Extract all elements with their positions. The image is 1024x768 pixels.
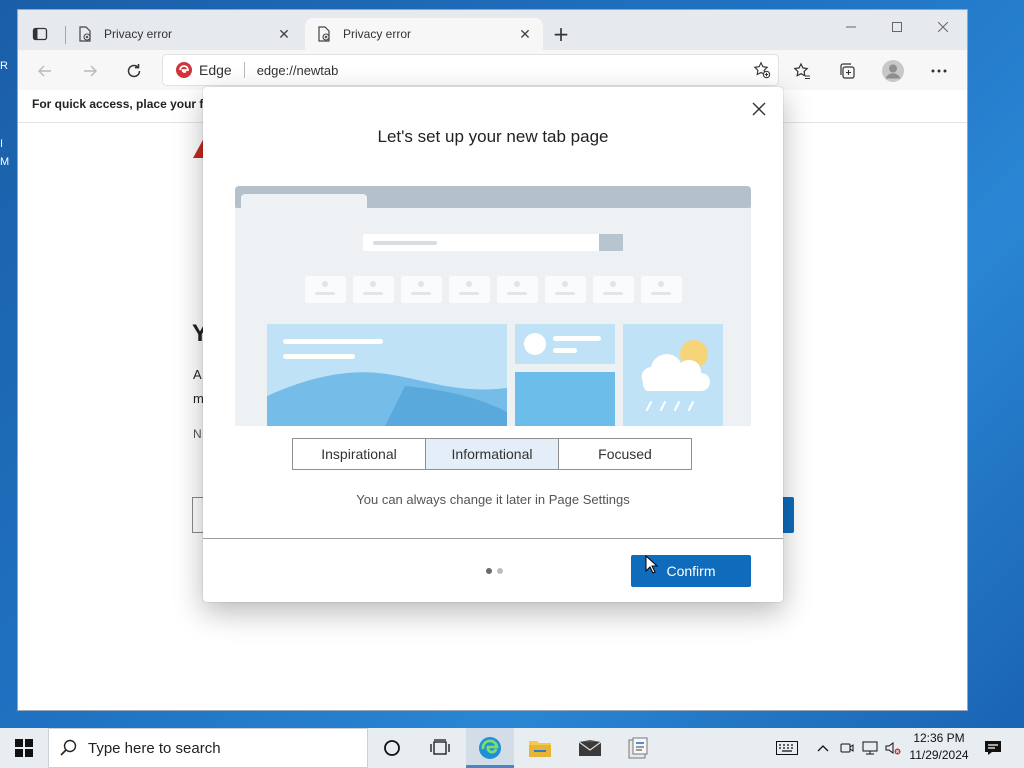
maximize-button[interactable] [874,14,920,40]
profile-button[interactable] [879,57,907,85]
task-view-icon [430,739,450,755]
collections-button[interactable] [833,57,861,85]
star-add-icon [753,61,771,79]
back-button[interactable] [30,56,60,86]
edge-badge: Edge [175,61,232,79]
layout-preview-illustration [235,186,751,426]
network-tray-icon[interactable] [859,728,881,768]
favorites-button[interactable] [788,57,816,85]
folder-icon [529,741,551,757]
volume-tray-icon[interactable] [882,728,904,768]
refresh-button[interactable] [119,56,149,86]
dialog-divider [203,538,783,539]
new-tab-button[interactable]: + [549,22,573,46]
address-bar[interactable]: Edge edge://newtab [163,55,778,85]
taskbar-search-box[interactable]: Type here to search [48,728,368,768]
collections-icon [840,63,855,79]
more-horizontal-icon [931,69,947,73]
page-indicator [486,568,503,574]
tab-privacy-error-2[interactable]: Privacy error ✕ [305,18,543,50]
network-icon [862,741,878,755]
dialog-title: Let's set up your new tab page [377,127,609,146]
close-tab-icon[interactable]: ✕ [274,24,294,44]
close-tab-icon[interactable]: ✕ [515,24,535,44]
address-url[interactable]: edge://newtab [257,63,339,78]
tab-title: Privacy error [343,27,412,41]
search-icon [60,739,77,756]
taskbar-clock[interactable]: 12:36 PM 11/29/2024 [903,730,975,764]
close-window-button[interactable] [920,14,966,40]
mouse-pointer-icon [645,555,659,574]
tab-title: Privacy error [104,27,173,41]
new-tab-setup-dialog: Let's set up your new tab page Inspirati… [203,87,783,602]
taskbar: Type here to search 12:36 PM 11/29/2024 [0,728,1024,768]
dialog-close-button[interactable] [747,97,771,121]
taskbar-mail[interactable] [566,728,614,768]
volume-muted-icon [885,742,901,755]
layout-option-informational[interactable]: Informational [425,438,559,470]
favorites-bar-hint: For quick access, place your fav [32,97,217,111]
cortana-circle-icon [384,740,400,756]
windows-logo-icon [15,739,33,757]
avatar-icon [882,60,904,82]
edge-logo-icon [176,62,192,78]
close-icon [938,22,948,32]
layout-option-inspirational[interactable]: Inspirational [292,438,426,470]
tab-actions-icon [32,27,48,41]
action-center-button[interactable] [978,728,1008,768]
layout-option-focused[interactable]: Focused [558,438,692,470]
mail-icon [578,740,602,756]
edge-browser-icon [479,737,501,759]
taskbar-edge[interactable] [466,728,514,768]
settings-more-button[interactable] [925,57,953,85]
chevron-up-icon [817,745,829,752]
desktop-icon-label: R [0,60,8,72]
layout-selector: Inspirational Informational Focused [292,438,692,470]
tab-strip: Privacy error ✕ Privacy error ✕ + [18,10,967,50]
arrow-left-icon [38,65,51,77]
keyboard-tray-icon[interactable] [771,728,803,768]
refresh-icon [127,64,141,78]
desktop-icon-label: I [0,138,4,150]
clock-time: 12:36 PM [913,731,965,745]
keyboard-icon [776,741,798,755]
close-icon [752,102,766,116]
clock-date: 11/29/2024 [909,748,969,762]
minimize-button[interactable] [828,14,874,40]
error-text: A [193,367,202,382]
add-favorite-button[interactable] [750,58,774,82]
dialog-hint: You can always change it later in Page S… [356,492,630,507]
error-code: N [193,427,202,441]
edge-badge-label: Edge [199,62,232,78]
notifications-icon [985,741,1001,755]
document-app-icon [628,737,648,759]
show-hidden-icons-button[interactable] [812,728,834,768]
address-divider [243,62,245,78]
maximize-icon [892,22,902,32]
tray-device-icon[interactable] [836,728,858,768]
meet-now-icon [840,743,854,753]
task-view-button[interactable] [416,728,464,768]
taskbar-app[interactable] [614,728,662,768]
minimize-icon [846,26,856,28]
cortana-button[interactable] [368,728,416,768]
arrow-right-icon [84,65,97,77]
page-dot-active [486,568,492,574]
start-button[interactable] [0,728,48,768]
privacy-error-icon [76,25,94,43]
page-dot [497,568,503,574]
search-placeholder: Type here to search [88,739,221,757]
privacy-error-icon [315,25,333,43]
forward-button[interactable] [75,56,105,86]
taskbar-file-explorer[interactable] [516,728,564,768]
favorites-icon [793,62,810,80]
desktop-icon-label: M [0,156,10,168]
tab-actions-button[interactable] [26,20,54,48]
tab-privacy-error-1[interactable]: Privacy error ✕ [66,18,302,50]
